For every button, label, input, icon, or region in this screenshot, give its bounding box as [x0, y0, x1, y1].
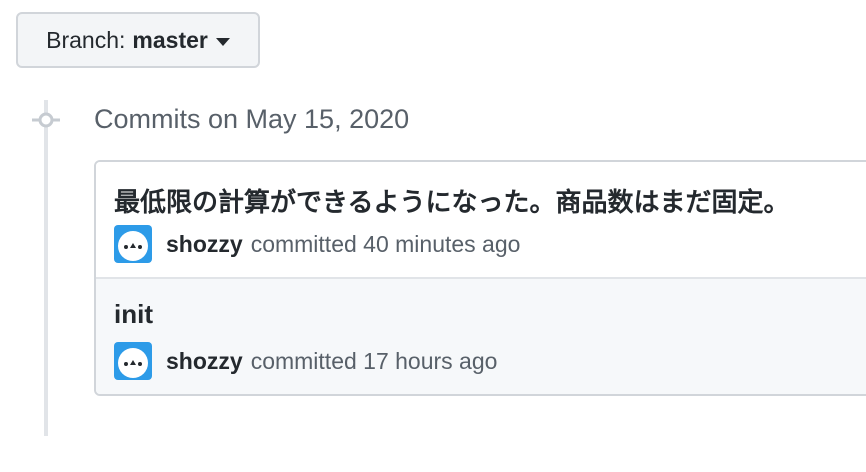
avatar[interactable]	[114, 225, 152, 263]
commit-list: 最低限の計算ができるようになった。商品数はまだ固定。 shozzy commit…	[94, 160, 866, 396]
commit-row: init shozzy committed 17 hours ago	[96, 279, 866, 394]
avatar[interactable]	[114, 342, 152, 380]
commit-meta: shozzy committed 17 hours ago	[114, 341, 497, 381]
caret-down-icon	[215, 37, 230, 46]
commit-time-text: committed 17 hours ago	[250, 347, 498, 374]
branch-select-button[interactable]: Branch: master	[16, 12, 260, 68]
commits-date-heading: Commits on May 15, 2020	[94, 104, 410, 134]
commit-row: 最低限の計算ができるようになった。商品数はまだ固定。 shozzy commit…	[96, 162, 866, 279]
branch-label: Branch:	[46, 26, 126, 53]
commit-node-icon	[32, 110, 60, 130]
commit-author-link[interactable]: shozzy	[166, 231, 243, 258]
commit-author-link[interactable]: shozzy	[166, 348, 243, 375]
commit-time-text: committed 40 minutes ago	[250, 230, 521, 257]
commit-meta: shozzy committed 40 minutes ago	[114, 224, 520, 264]
timeline-line	[44, 100, 48, 436]
commit-title-link[interactable]: init	[114, 299, 153, 330]
commit-title-link[interactable]: 最低限の計算ができるようになった。商品数はまだ固定。	[114, 182, 789, 219]
branch-name: master	[132, 26, 208, 53]
